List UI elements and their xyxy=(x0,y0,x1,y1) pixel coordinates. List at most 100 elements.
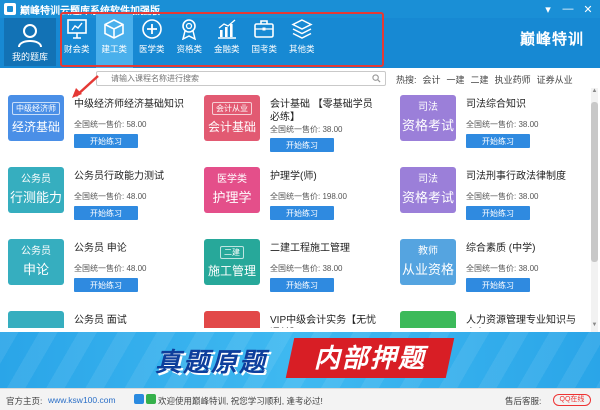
course-card[interactable]: 司法 资格考试 司法综合知识全国统一售价: 38.00 开始练习 xyxy=(392,88,582,158)
app-logo-icon xyxy=(4,3,16,15)
thumbnail-subject: 施工管理 xyxy=(207,263,256,278)
banner-slogan-a: 真题原题 xyxy=(155,347,268,377)
course-card[interactable]: 公务员 行测能力 公务员行政能力测试 全国统一售价: 48.00 开始练习 xyxy=(0,160,190,230)
thumbnail-subject: 申论 xyxy=(22,262,49,277)
highlight-annotation xyxy=(60,12,384,67)
thumbnail-category: 公务员 xyxy=(21,246,51,257)
thumbnail-category: 二建 xyxy=(220,245,244,259)
course-thumbnail[interactable]: 司法 资格考试 xyxy=(400,167,456,213)
skin-menu-button[interactable]: ▾ xyxy=(538,0,558,18)
search-box xyxy=(96,71,386,86)
start-practice-button[interactable]: 开始练习 xyxy=(466,206,530,220)
scroll-up-arrow-icon[interactable]: ▲ xyxy=(591,88,598,96)
thumbnail-category: 中级经济师 xyxy=(404,327,452,328)
user-icon xyxy=(18,24,42,48)
start-practice-button[interactable]: 开始练习 xyxy=(270,206,334,220)
banner-slogan-b-box: 内部押题 xyxy=(285,338,455,378)
nav-my-library-label: 我的题库 xyxy=(11,52,48,62)
after-sales-label: 售后客服: xyxy=(505,396,542,406)
course-title[interactable]: 司法综合知识 xyxy=(466,98,578,111)
course-thumbnail[interactable]: 会计从业 会计基础 xyxy=(204,95,260,141)
course-title[interactable]: 公务员 申论 xyxy=(74,242,186,255)
thumbnail-category: 中级会计 xyxy=(212,327,252,328)
thumbnail-category: 司法 xyxy=(418,102,438,113)
thumbnail-subject: 护理学 xyxy=(212,190,252,205)
course-title[interactable]: 综合素质 (中学) xyxy=(466,242,578,255)
course-thumbnail[interactable]: 公务员 xyxy=(8,311,64,328)
hot-term[interactable]: 二建 xyxy=(471,73,489,86)
thumbnail-category: 中级经济师 xyxy=(12,101,60,115)
course-title[interactable]: 会计基础 【零基础学员必练】 xyxy=(270,98,382,124)
search-icon[interactable] xyxy=(372,74,381,83)
start-practice-button[interactable]: 开始练习 xyxy=(466,278,530,292)
scrollbar-thumb[interactable] xyxy=(591,102,598,262)
course-thumbnail[interactable]: 教师 从业资格 xyxy=(400,239,456,285)
start-practice-button[interactable]: 开始练习 xyxy=(270,138,334,152)
thumbnail-category: 司法 xyxy=(418,174,438,185)
start-practice-button[interactable]: 开始练习 xyxy=(466,134,530,148)
course-card[interactable]: 公务员 申论 公务员 申论 全国统一售价: 48.00 开始练习 xyxy=(0,232,190,302)
search-input[interactable] xyxy=(111,72,381,85)
course-thumbnail[interactable]: 中级经济师 经济基础 xyxy=(8,95,64,141)
course-thumbnail[interactable]: 公务员 申论 xyxy=(8,239,64,285)
share-icon[interactable] xyxy=(134,394,144,404)
course-thumbnail[interactable]: 中级会计 xyxy=(204,311,260,328)
course-title[interactable]: 护理学(师) xyxy=(270,170,382,183)
course-title[interactable]: 中级经济师经济基础知识 xyxy=(74,98,186,111)
course-card[interactable]: 二建 施工管理 二建工程施工管理 全国统一售价: 38.00 开始练习 xyxy=(196,232,386,302)
app-window: 巅峰特训云题库系统软件加强版 ▾ — ✕ 我的题库 财会类 建工类 医学类 资格… xyxy=(0,0,600,410)
homepage-link[interactable]: www.ksw100.com xyxy=(48,395,116,405)
course-card[interactable]: 中级会计 VIP中级会计实务【无忧通关】 xyxy=(196,304,386,328)
start-practice-button[interactable]: 开始练习 xyxy=(74,134,138,148)
hot-search: 热搜: 会计 一建 二建 执业药师 证券从业 xyxy=(396,73,579,86)
course-price: 全国统一售价: 38.00 xyxy=(270,264,343,273)
course-title[interactable]: 人力资源管理专业知识与实务 xyxy=(466,314,578,328)
promo-banner[interactable]: 真题原题 内部押题 xyxy=(0,332,600,388)
close-button[interactable]: ✕ xyxy=(578,0,598,18)
course-card[interactable]: 教师 从业资格 综合素质 (中学) 全国统一售价: 38.00 开始练习 xyxy=(392,232,582,302)
course-price: 全国统一售价: 58.00 xyxy=(74,120,147,129)
course-price: 全国统一售价: 38.00 xyxy=(466,120,539,129)
wechat-icon[interactable] xyxy=(146,394,156,404)
course-price: 全国统一售价: 48.00 xyxy=(74,264,147,273)
course-price: 全国统一售价: 38.00 xyxy=(270,125,343,134)
banner-slogan-b: 内部押题 xyxy=(313,343,426,373)
course-card[interactable]: 会计从业 会计基础 会计基础 【零基础学员必练】 全国统一售价: 38.00 开始练习 xyxy=(196,88,386,158)
minimize-button[interactable]: — xyxy=(558,0,578,18)
course-grid: 中级经济师 经济基础 中级经济师经济基础知识 全国统一售价: 58.00 开始练习 会计从… xyxy=(0,88,590,328)
course-card[interactable]: 中级经济师 人力资源管理专业知识与实务 xyxy=(392,304,582,328)
course-card[interactable]: 中级经济师 经济基础 中级经济师经济基础知识 全国统一售价: 58.00 开始练习 xyxy=(0,88,190,158)
thumbnail-category: 会计从业 xyxy=(212,101,252,115)
course-title[interactable]: VIP中级会计实务【无忧通关】 xyxy=(270,314,382,328)
qq-online-button[interactable]: QQ在线 xyxy=(553,394,591,406)
course-price: 全国统一售价: 198.00 xyxy=(270,192,347,201)
course-title[interactable]: 司法刑事行政法律制度 xyxy=(466,170,578,183)
scroll-down-arrow-icon[interactable]: ▼ xyxy=(591,322,598,330)
hot-term[interactable]: 一建 xyxy=(447,73,465,86)
thumbnail-subject: 从业资格 xyxy=(401,262,454,277)
thumbnail-subject: 行测能力 xyxy=(9,190,62,205)
start-practice-button[interactable]: 开始练习 xyxy=(74,278,138,292)
course-card[interactable]: 公务员公务员 面试 xyxy=(0,304,190,328)
homepage-label: 官方主页: xyxy=(6,396,43,406)
course-thumbnail[interactable]: 中级经济师 xyxy=(400,311,456,328)
course-card[interactable]: 医学类 护理学 护理学(师) 全国统一售价: 198.00 开始练习 xyxy=(196,160,386,230)
hot-search-label: 热搜: xyxy=(396,75,417,85)
hot-term[interactable]: 会计 xyxy=(423,73,441,86)
course-title[interactable]: 公务员 面试 xyxy=(74,314,186,327)
thumbnail-subject: 资格考试 xyxy=(401,190,454,205)
start-practice-button[interactable]: 开始练习 xyxy=(270,278,334,292)
course-card[interactable]: 司法 资格考试 司法刑事行政法律制度 全国统一售价: 38.00 开始练习 xyxy=(392,160,582,230)
nav-my-library[interactable]: 我的题库 xyxy=(4,18,56,66)
start-practice-button[interactable]: 开始练习 xyxy=(74,206,138,220)
course-thumbnail[interactable]: 二建 施工管理 xyxy=(204,239,260,285)
course-title[interactable]: 二建工程施工管理 xyxy=(270,242,382,255)
course-thumbnail[interactable]: 公务员 行测能力 xyxy=(8,167,64,213)
thumbnail-category: 公务员 xyxy=(21,174,51,185)
thumbnail-subject: 经济基础 xyxy=(11,119,60,134)
course-title[interactable]: 公务员行政能力测试 xyxy=(74,170,186,183)
hot-term[interactable]: 证券从业 xyxy=(537,73,573,86)
course-thumbnail[interactable]: 医学类 护理学 xyxy=(204,167,260,213)
course-thumbnail[interactable]: 司法 资格考试 xyxy=(400,95,456,141)
hot-term[interactable]: 执业药师 xyxy=(495,73,531,86)
